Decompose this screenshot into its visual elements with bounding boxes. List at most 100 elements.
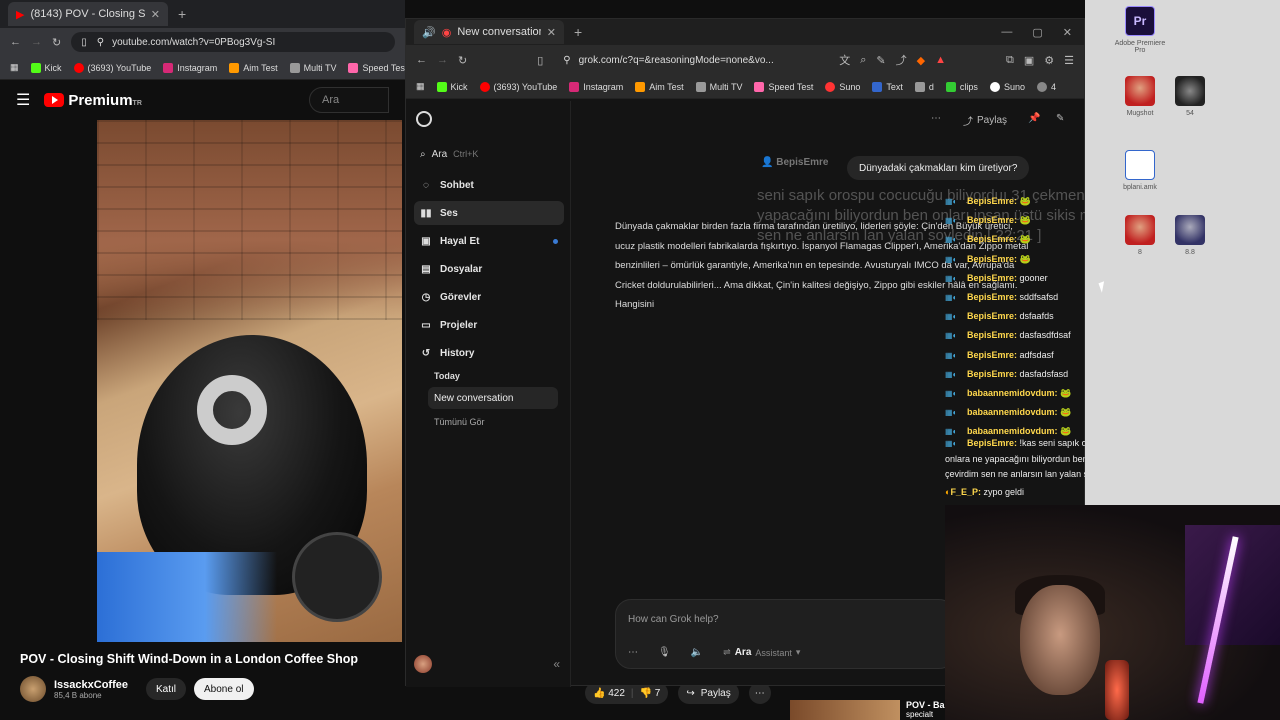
join-button[interactable]: Katıl [146,678,187,700]
bookmark-clips[interactable]: clips [945,81,978,92]
apps-icon[interactable]: ▦ [416,81,425,92]
chat-line: ▦◐ babaannemidovdum: 🐸 [945,384,1085,403]
speaker-icon[interactable]: 🔈 [691,647,703,658]
bookmark-instagram[interactable]: Instagram [163,62,217,73]
search-icon[interactable]: ⌕ [860,54,866,67]
site-info-icon[interactable]: ⚲ [97,37,104,48]
new-tab-icon[interactable]: + [178,6,186,22]
bookmark-text[interactable]: Text [872,81,903,92]
grok-logo-icon[interactable] [416,111,432,127]
user-avatar[interactable] [414,655,432,673]
sidebar-item-history[interactable]: ↺ History [414,341,564,365]
sidebar-item-ses[interactable]: ▮▮ Ses [414,201,564,225]
yt-tabbar: ▶ (8143) POV - Closing Shift Wind ✕ + [0,0,405,28]
desktop-icon-8-8[interactable]: 8.8 [1163,215,1217,256]
mode-selector[interactable]: ⇌ Ara Assistant ▾ [723,647,800,658]
desktop-icon-mugshot[interactable]: Mugshot [1113,76,1167,117]
bookmark-d[interactable]: d [914,81,934,92]
sidebar-item-sohbet[interactable]: ◌ Sohbet [414,173,564,197]
video-player[interactable] [97,120,402,642]
sidebar-item-hayal-et[interactable]: ▣ Hayal Et [414,229,564,253]
attach-icon[interactable]: ⋯ [628,647,638,658]
bookmark-suno[interactable]: Suno [825,81,860,92]
yt-search-input[interactable]: Ara [309,87,389,113]
sidebar-item-dosyalar[interactable]: ▤ Dosyalar [414,257,564,281]
back-icon[interactable]: ← [10,36,21,48]
composer-input[interactable]: How can Grok help? [628,614,719,625]
sidebar-item-gorevler[interactable]: ◷ Görevler [414,285,564,309]
see-all-link[interactable]: Tümünü Gör [434,417,485,427]
channel-avatar[interactable] [20,676,46,702]
speed-test-icon [754,81,765,92]
chat-line: ▦◐ BepisEmre: gooner [945,269,1085,288]
edit-icon[interactable]: ✎ [876,54,885,67]
brave-icon[interactable]: ◆ [917,54,925,67]
yt-url-bar[interactable]: ▯ ⚲ youtube.com/watch?v=0PBog3Vg-SI [71,32,395,52]
bookmark-kick[interactable]: Kick [436,81,468,92]
grok-bookmarks-bar: ▦ Kick (3693) YouTube Instagram Aim Test… [406,75,1084,99]
forward-icon[interactable]: → [31,36,42,48]
like-button[interactable]: 👍 422 [593,688,625,699]
recommended-title[interactable]: POV - Ba specialt [906,700,945,719]
bookmark-kick[interactable]: Kick [30,62,62,73]
bookmark-aim-test[interactable]: Aim Test [229,62,278,73]
menu-icon[interactable]: ☰ [1064,54,1074,67]
sidebar-item-projeler[interactable]: ▭ Projeler [414,313,564,337]
dislike-button[interactable]: 👎 7 [640,688,661,699]
photo-icon [1125,215,1155,245]
grok-url-bar[interactable]: ⚲ grok.com/c?q=&reasoningMode=none&vo... [553,50,829,70]
extensions-icon[interactable]: ⧉ [1006,54,1014,67]
collapse-sidebar-icon[interactable]: « [553,657,560,671]
youtube-logo[interactable]: Premium TR [44,92,142,109]
pin-icon[interactable]: 📌 [1028,113,1040,124]
new-chat-icon[interactable]: ✎ [1056,113,1064,124]
bookmark-multi-tv[interactable]: Multi TV [695,81,742,92]
desktop-icon-premiere[interactable]: Pr Adobe Premiere Pro [1113,6,1167,54]
grok-share-button[interactable]: ⤴ Paylaş [963,113,1007,128]
subscribe-button[interactable]: Abone ol [194,678,254,700]
new-dot-icon [553,238,558,244]
desktop-icon-8[interactable]: 8 [1113,215,1167,256]
message-author: 👤 BepisEmre [761,157,829,168]
maximize-icon[interactable]: ▢ [1032,26,1042,39]
bookmark-instagram[interactable]: Instagram [569,81,623,92]
desktop-icon-bplani[interactable]: bplani.amk [1113,150,1167,191]
bookmark-4[interactable]: 4 [1036,81,1056,92]
wallet-icon[interactable]: ▣ [1024,54,1034,67]
more-options-icon[interactable]: ⋯ [931,113,941,124]
apps-icon[interactable]: ▦ [10,62,19,73]
back-icon[interactable]: ← [416,54,427,66]
reload-icon[interactable]: ↻ [52,36,61,49]
yt-tab[interactable]: ▶ (8143) POV - Closing Shift Wind ✕ [8,2,168,26]
channel-name[interactable]: IssackxCoffee [54,679,128,691]
settings-icon[interactable]: ⚙ [1044,54,1054,67]
close-tab-icon[interactable]: ✕ [547,26,556,39]
grok-tab[interactable]: 🔊 ◉ New conversation - Grok ✕ [414,20,564,44]
bookmark-multi-tv[interactable]: Multi TV [289,62,336,73]
composer[interactable]: How can Grok help? ⋯ 🎙 🔈 ⇌ Ara Assistant ▾ [615,599,955,669]
menu-icon[interactable]: ☰ [16,90,30,110]
rewards-icon[interactable]: ▲ [935,54,946,66]
forward-icon[interactable]: → [437,54,448,66]
grok-search-button[interactable]: ⌕ Ara Ctrl+K [414,143,564,165]
bookmark-youtube[interactable]: (3693) YouTube [73,62,151,73]
close-window-icon[interactable]: ✕ [1063,26,1072,39]
bookmark-icon[interactable]: ▯ [81,37,87,48]
bookmark-speed-test[interactable]: Speed Test [754,81,813,92]
translate-icon[interactable]: 文 [839,52,850,68]
bookmark-aim-test[interactable]: Aim Test [635,81,684,92]
close-tab-icon[interactable]: ✕ [151,8,160,21]
history-item[interactable]: New conversation [428,387,558,409]
new-tab-icon[interactable]: + [574,24,582,40]
bookmark-speed-test[interactable]: Speed Test [348,62,405,73]
bookmark-icon[interactable]: ▯ [537,54,543,67]
bookmark-suno-2[interactable]: Suno [989,81,1025,92]
share-icon[interactable]: ⤴ [896,52,907,68]
reload-icon[interactable]: ↻ [458,54,467,67]
recommended-thumbnail[interactable] [790,700,900,720]
microphone-icon[interactable]: 🎙 [658,647,671,658]
minimize-icon[interactable]: — [1001,26,1012,39]
bookmark-youtube[interactable]: (3693) YouTube [479,81,557,92]
site-info-icon[interactable]: ⚲ [563,55,570,66]
desktop-icon-54[interactable]: 54 [1163,76,1217,117]
